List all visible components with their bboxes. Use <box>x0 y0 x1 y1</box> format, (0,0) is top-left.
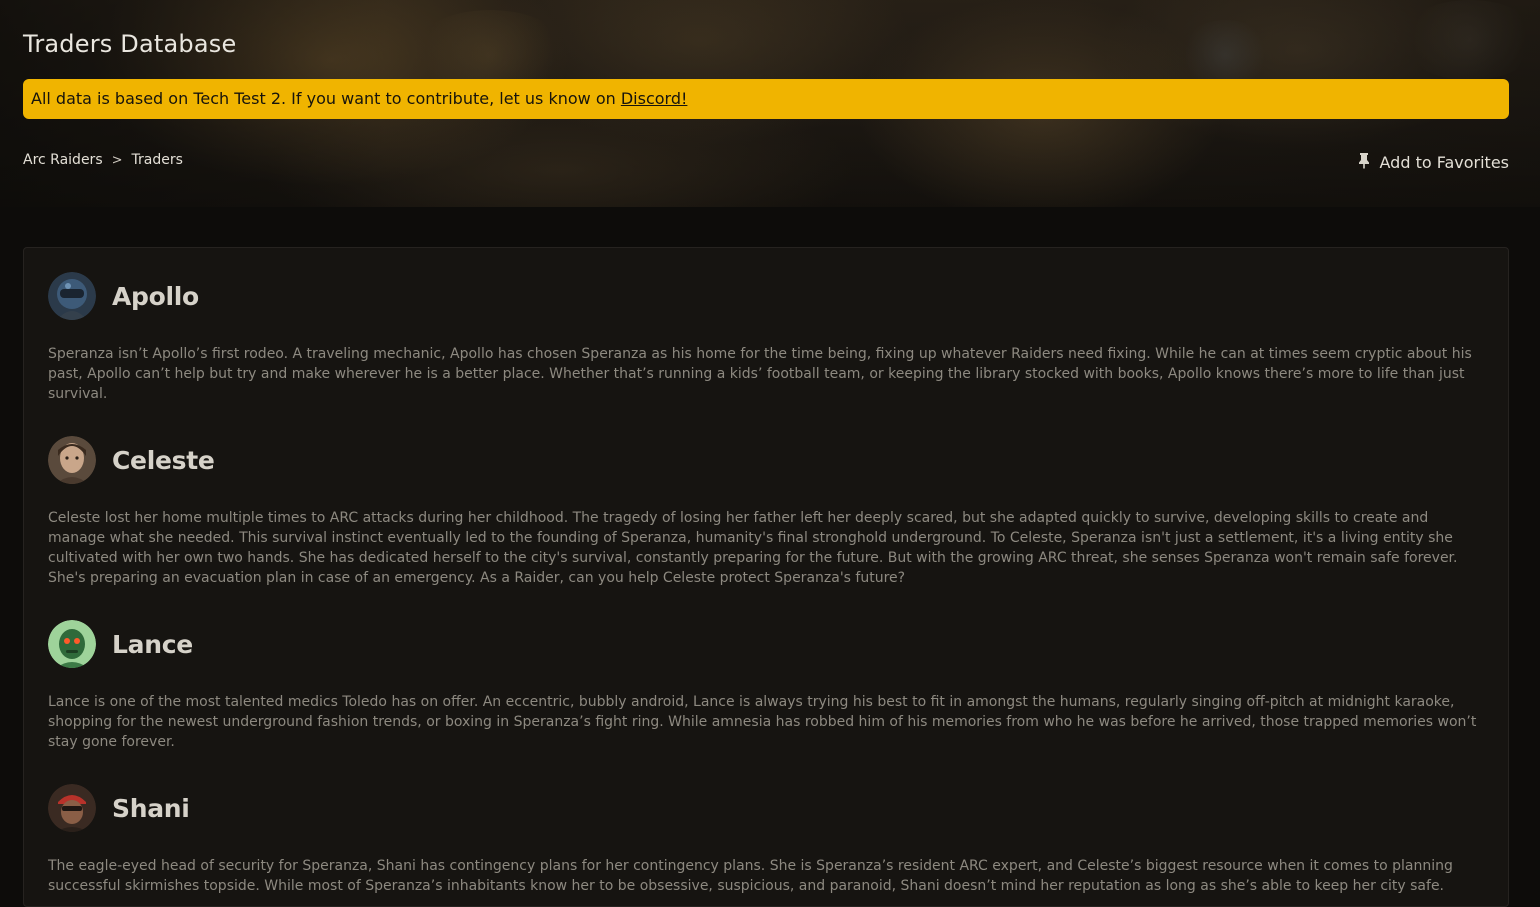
trader-name: Shani <box>112 793 190 823</box>
trader-description: Speranza isn’t Apollo’s first rodeo. A t… <box>48 346 1472 402</box>
avatar <box>48 784 96 832</box>
avatar <box>48 436 96 484</box>
trader-description: Celeste lost her home multiple times to … <box>48 510 1458 586</box>
page-title: Traders Database <box>23 30 237 58</box>
breadcrumb: Arc Raiders > Traders <box>23 152 183 168</box>
trader-entry: Apollo Speranza isn’t Apollo’s first rod… <box>48 272 1478 404</box>
breadcrumb-item-traders[interactable]: Traders <box>132 152 183 168</box>
notice-text: All data is based on Tech Test 2. If you… <box>31 89 621 108</box>
breadcrumb-separator: > <box>111 152 123 168</box>
trader-name: Celeste <box>112 445 215 475</box>
hero-banner: Traders Database All data is based on Te… <box>0 0 1540 207</box>
traders-list: Apollo Speranza isn’t Apollo’s first rod… <box>23 247 1509 907</box>
trader-header: Lance <box>48 620 1478 668</box>
trader-description: Lance is one of the most talented medics… <box>48 694 1477 750</box>
discord-link[interactable]: Discord! <box>621 89 688 108</box>
avatar <box>48 272 96 320</box>
trader-header: Shani <box>48 784 1478 832</box>
avatar <box>48 620 96 668</box>
add-to-favorites-label: Add to Favorites <box>1379 153 1509 172</box>
notice-banner: All data is based on Tech Test 2. If you… <box>23 79 1509 119</box>
trader-description: The eagle-eyed head of security for Sper… <box>48 858 1453 894</box>
trader-name: Apollo <box>112 281 199 311</box>
trader-entry: Celeste Celeste lost her home multiple t… <box>48 436 1478 588</box>
trader-header: Apollo <box>48 272 1478 320</box>
add-to-favorites-button[interactable]: Add to Favorites <box>1358 152 1509 173</box>
trader-header: Celeste <box>48 436 1478 484</box>
trader-name: Lance <box>112 629 193 659</box>
trader-entry: Lance Lance is one of the most talented … <box>48 620 1478 752</box>
breadcrumb-item-arc-raiders[interactable]: Arc Raiders <box>23 152 103 168</box>
pin-icon <box>1358 152 1370 173</box>
trader-entry: Shani The eagle-eyed head of security fo… <box>48 784 1478 896</box>
